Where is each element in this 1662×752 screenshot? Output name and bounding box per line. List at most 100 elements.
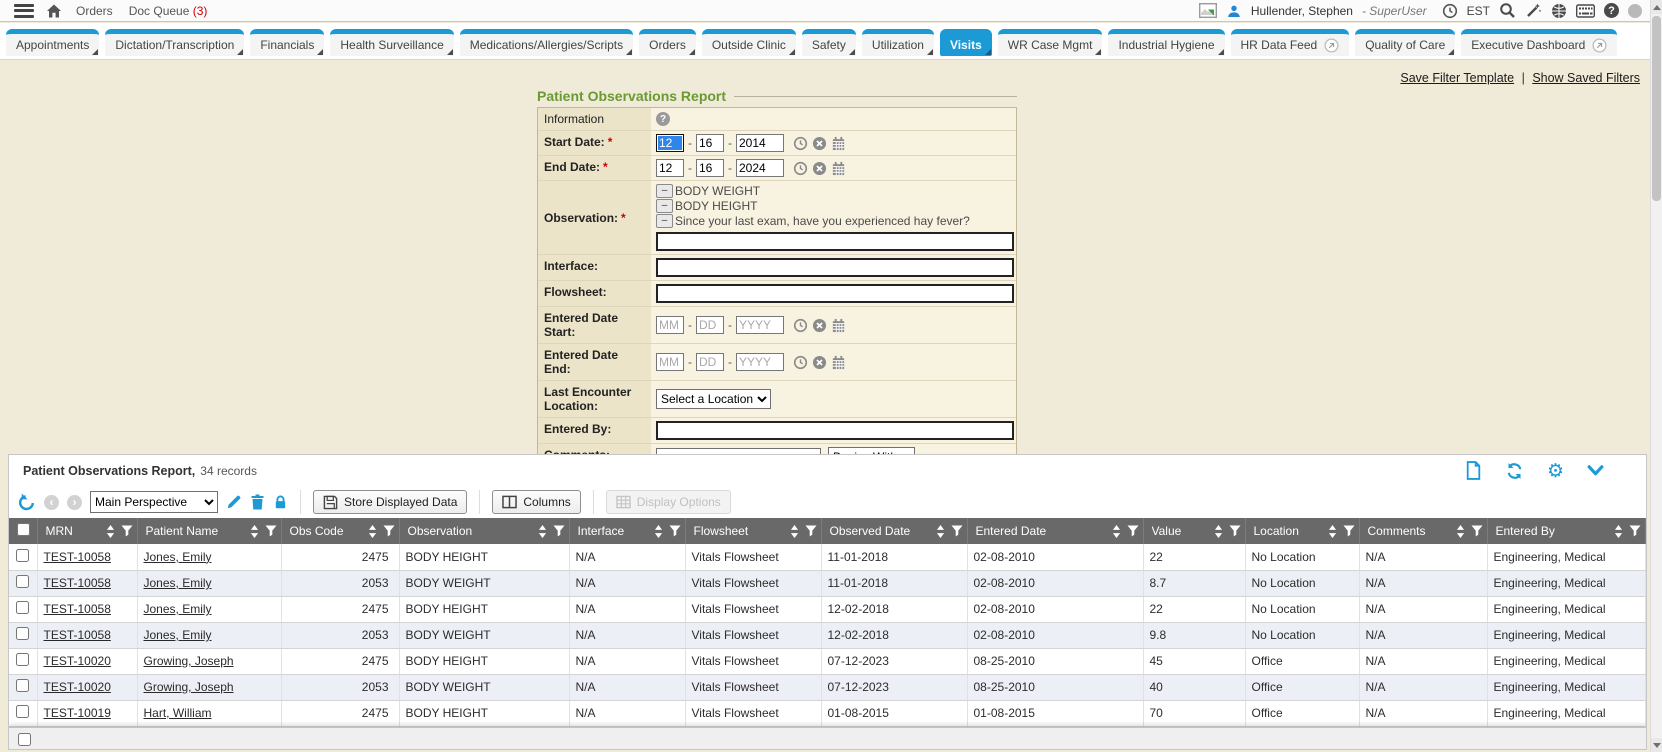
remove-observation-button[interactable]: – xyxy=(656,184,673,198)
time-picker-icon[interactable] xyxy=(793,355,808,370)
home-icon[interactable] xyxy=(46,3,62,19)
mrn-link[interactable]: TEST-10019 xyxy=(44,706,111,720)
module-tab[interactable]: Outside Clinic xyxy=(702,29,796,56)
entered-date-end-month-input[interactable] xyxy=(656,353,684,371)
module-tab[interactable]: Health Surveillance xyxy=(330,29,453,56)
clear-date-icon[interactable] xyxy=(812,318,827,333)
wand-icon[interactable] xyxy=(1525,2,1542,19)
show-saved-filters-link[interactable]: Show Saved Filters xyxy=(1532,71,1640,85)
settings-gear-icon[interactable]: ⚙ xyxy=(1547,462,1564,480)
patient-name-link[interactable]: Hart, William xyxy=(144,706,212,720)
breadcrumb-orders[interactable]: Orders xyxy=(76,4,113,18)
filter-funnel-icon[interactable] xyxy=(121,525,133,537)
row-checkbox[interactable] xyxy=(16,627,29,640)
column-header[interactable]: Patient Name xyxy=(137,518,281,544)
calendar-icon[interactable] xyxy=(831,161,846,176)
mrn-link[interactable]: TEST-10058 xyxy=(44,602,111,616)
observation-search-input[interactable] xyxy=(656,232,1014,251)
store-displayed-data-button[interactable]: Store Displayed Data xyxy=(313,490,467,514)
filter-funnel-icon[interactable] xyxy=(1229,525,1241,537)
calendar-icon[interactable] xyxy=(831,318,846,333)
sort-icon[interactable] xyxy=(1614,525,1623,538)
sort-icon[interactable] xyxy=(538,525,547,538)
mrn-link[interactable]: TEST-10058 xyxy=(44,576,111,590)
module-tab[interactable]: Dictation/Transcription xyxy=(105,29,244,56)
row-checkbox[interactable] xyxy=(16,601,29,614)
last-encounter-location-select[interactable]: Select a Location xyxy=(656,389,771,409)
search-icon[interactable] xyxy=(1499,2,1516,19)
module-tab[interactable]: Executive Dashboard xyxy=(1461,29,1617,56)
delete-perspective-icon[interactable] xyxy=(250,494,265,510)
filter-funnel-icon[interactable] xyxy=(1127,525,1139,537)
column-header[interactable]: MRN xyxy=(37,518,137,544)
entered-date-end-day-input[interactable] xyxy=(696,353,724,371)
module-tab[interactable]: Appointments xyxy=(6,29,99,56)
sort-icon[interactable] xyxy=(654,525,663,538)
patient-name-link[interactable]: Growing, Joseph xyxy=(144,680,234,694)
columns-button[interactable]: Columns xyxy=(492,490,580,514)
clear-date-icon[interactable] xyxy=(812,355,827,370)
clear-date-icon[interactable] xyxy=(812,161,827,176)
page-scrollbar[interactable] xyxy=(1650,0,1662,752)
filter-funnel-icon[interactable] xyxy=(265,525,277,537)
calendar-icon[interactable] xyxy=(831,136,846,151)
row-checkbox[interactable] xyxy=(16,549,29,562)
mrn-link[interactable]: TEST-10058 xyxy=(44,628,111,642)
entered-date-start-day-input[interactable] xyxy=(696,316,724,334)
module-tab[interactable]: HR Data Feed xyxy=(1231,29,1350,56)
column-header[interactable]: Flowsheet xyxy=(685,518,821,544)
start-date-month-input[interactable] xyxy=(656,134,684,152)
module-tab[interactable]: Medications/Allergies/Scripts xyxy=(460,29,633,56)
clear-date-icon[interactable] xyxy=(812,136,827,151)
module-tab[interactable]: Orders xyxy=(639,29,696,56)
column-header[interactable]: Comments xyxy=(1359,518,1487,544)
edit-perspective-icon[interactable] xyxy=(226,494,242,510)
patient-name-link[interactable]: Jones, Emily xyxy=(144,576,212,590)
column-header[interactable]: Value xyxy=(1143,518,1245,544)
perspective-select[interactable]: Main Perspective xyxy=(90,491,218,513)
time-picker-icon[interactable] xyxy=(793,318,808,333)
module-tab[interactable]: WR Case Mgmt xyxy=(998,29,1103,56)
scrollbar-thumb[interactable] xyxy=(1652,16,1661,201)
scroll-down-arrow[interactable] xyxy=(1651,738,1662,752)
interface-input[interactable] xyxy=(656,258,1014,277)
mrn-link[interactable]: TEST-10020 xyxy=(44,654,111,668)
entered-date-start-month-input[interactable] xyxy=(656,316,684,334)
scroll-up-arrow[interactable] xyxy=(1651,0,1662,14)
module-tab[interactable]: Utilization xyxy=(862,29,934,56)
row-checkbox[interactable] xyxy=(18,733,31,746)
select-all-checkbox[interactable] xyxy=(17,523,30,536)
lock-perspective-icon[interactable] xyxy=(273,494,288,510)
save-filter-template-link[interactable]: Save Filter Template xyxy=(1400,71,1514,85)
keyboard-icon[interactable] xyxy=(1576,4,1595,18)
remove-observation-button[interactable]: – xyxy=(656,214,673,228)
sort-icon[interactable] xyxy=(1112,525,1121,538)
module-tab[interactable]: Visits xyxy=(940,29,992,56)
column-header[interactable]: Location xyxy=(1245,518,1359,544)
remove-observation-button[interactable]: – xyxy=(656,199,673,213)
column-header[interactable]: Observed Date xyxy=(821,518,967,544)
filter-funnel-icon[interactable] xyxy=(669,525,681,537)
column-header[interactable]: Interface xyxy=(569,518,685,544)
start-date-year-input[interactable] xyxy=(736,134,784,152)
patient-name-link[interactable]: Jones, Emily xyxy=(144,628,212,642)
screenshot-icon[interactable] xyxy=(1199,3,1217,18)
breadcrumb-doc-queue[interactable]: Doc Queue (3) xyxy=(129,4,208,18)
column-header[interactable]: Obs Code xyxy=(281,518,399,544)
filter-funnel-icon[interactable] xyxy=(1471,525,1483,537)
entered-date-end-year-input[interactable] xyxy=(736,353,784,371)
refresh-icon[interactable] xyxy=(1505,462,1524,480)
patient-name-link[interactable]: Jones, Emily xyxy=(144,602,212,616)
row-checkbox[interactable] xyxy=(16,679,29,692)
hamburger-menu-icon[interactable] xyxy=(14,4,34,18)
row-checkbox[interactable] xyxy=(16,705,29,718)
module-tab[interactable]: Quality of Care xyxy=(1355,29,1455,56)
sort-icon[interactable] xyxy=(106,525,115,538)
filter-funnel-icon[interactable] xyxy=(553,525,565,537)
start-date-day-input[interactable] xyxy=(696,134,724,152)
previous-perspective-icon[interactable]: ‹ xyxy=(44,495,59,510)
mrn-link[interactable]: TEST-10058 xyxy=(44,550,111,564)
column-header[interactable]: Observation xyxy=(399,518,569,544)
patient-name-link[interactable]: Jones, Emily xyxy=(144,550,212,564)
time-picker-icon[interactable] xyxy=(793,161,808,176)
